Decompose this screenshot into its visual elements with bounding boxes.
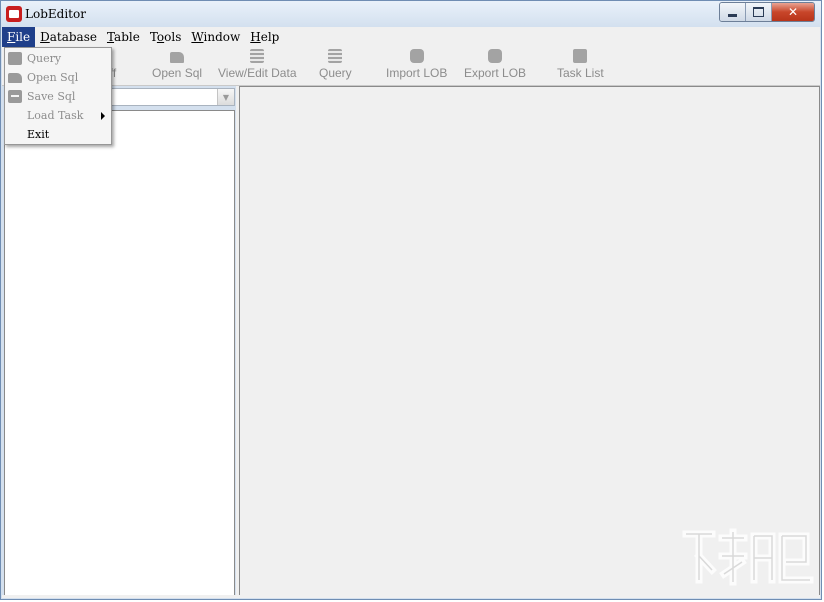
task-list-button[interactable]: Task List [557, 49, 604, 80]
app-window: LobEditor ✕ File Database Table Tools Wi… [0, 0, 822, 600]
minimize-icon [728, 13, 737, 17]
menu-window[interactable]: Window [186, 27, 245, 47]
menu-bar: File Database Table Tools Window Help [2, 27, 820, 47]
menu-help[interactable]: Help [245, 27, 284, 47]
menu-database[interactable]: Database [35, 27, 102, 47]
submenu-arrow-icon [101, 112, 105, 120]
query-button[interactable]: Query [319, 49, 352, 80]
query-icon [328, 49, 343, 63]
combo-dropdown-button[interactable]: ▼ [217, 89, 234, 105]
chevron-down-icon: ▼ [222, 92, 230, 102]
import-lob-button[interactable]: Import LOB [386, 49, 447, 80]
app-icon[interactable] [6, 6, 22, 22]
task-list-icon [573, 49, 588, 63]
open-sql-button[interactable]: Open Sql [152, 49, 202, 80]
watermark-logo [682, 528, 814, 586]
maximize-icon [753, 7, 764, 17]
menu-file[interactable]: File [2, 27, 36, 47]
maximize-button[interactable] [746, 3, 772, 21]
menu-tools[interactable]: Tools [145, 27, 187, 47]
toolbar: ff Open Sql View/Edit Data Query Import … [2, 47, 820, 86]
view-edit-data-button[interactable]: View/Edit Data [218, 49, 297, 80]
menu-table[interactable]: Table [102, 27, 145, 47]
workspace-area[interactable] [239, 86, 820, 598]
edit-grid-icon [250, 49, 265, 63]
file-menu-open-sql[interactable]: Open Sql [5, 68, 111, 87]
object-tree[interactable] [4, 110, 235, 597]
file-menu-save-sql[interactable]: Save Sql [5, 87, 111, 106]
left-panel: ▼ [4, 86, 237, 598]
title-bar[interactable]: LobEditor ✕ [1, 1, 821, 27]
window-title: LobEditor [25, 7, 86, 21]
folder-icon [170, 52, 185, 63]
folder-icon [8, 73, 22, 83]
save-icon [8, 90, 22, 103]
close-button[interactable]: ✕ [772, 3, 814, 21]
file-menu-exit[interactable]: Exit [5, 125, 111, 144]
export-icon [488, 49, 503, 63]
close-icon: ✕ [787, 5, 799, 19]
file-menu-load-task[interactable]: Load Task [5, 106, 111, 125]
file-menu-dropdown: Query Open Sql Save Sql Load Task Exit [4, 47, 112, 145]
export-lob-button[interactable]: Export LOB [464, 49, 526, 80]
import-icon [409, 49, 424, 63]
query-icon [8, 52, 22, 65]
minimize-button[interactable] [720, 3, 746, 21]
file-menu-query[interactable]: Query [5, 49, 111, 68]
window-controls: ✕ [719, 2, 815, 22]
status-bar [2, 595, 820, 598]
